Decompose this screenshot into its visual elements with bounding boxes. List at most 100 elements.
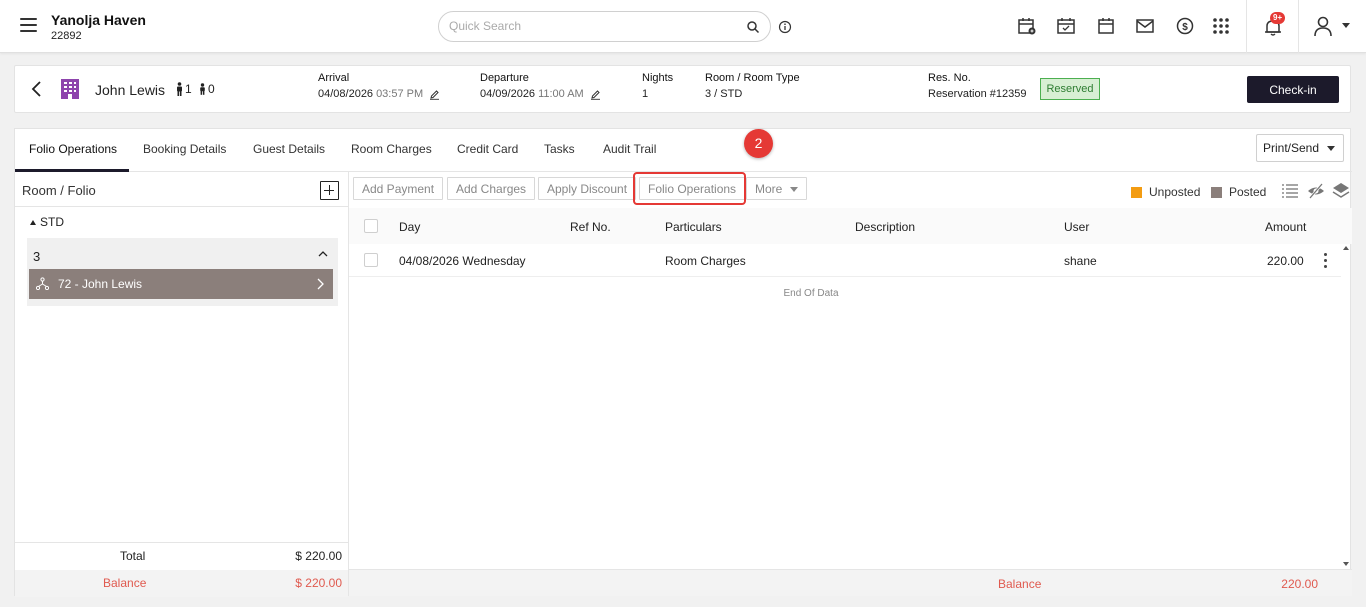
row-user: shane — [1064, 254, 1097, 268]
collapse-triangle-icon — [30, 219, 36, 225]
total-label: Total — [120, 549, 146, 563]
row-checkbox[interactable] — [364, 253, 378, 267]
divider — [1246, 0, 1247, 53]
adult-icon — [177, 82, 182, 96]
menu-icon[interactable] — [20, 18, 37, 32]
total-row: Total $ 220.00 — [15, 543, 348, 570]
folio-label: 72 - John Lewis — [58, 277, 143, 291]
arrival-date: 04/08/2026 — [318, 88, 374, 100]
calendar-icon[interactable] — [1096, 16, 1116, 36]
posted-label: Posted — [1229, 185, 1267, 199]
arrival-label: Arrival — [318, 72, 350, 84]
room-group: 3 72 - John Lewis — [27, 238, 338, 306]
building-icon — [61, 79, 79, 99]
svg-text:$: $ — [1182, 22, 1188, 33]
col-amount: Amount — [1265, 220, 1307, 234]
calendar-check-icon[interactable] — [1056, 16, 1076, 36]
tab-audit-trail[interactable]: Audit Trail — [603, 142, 656, 156]
eye-off-icon[interactable] — [1307, 182, 1325, 200]
adult-count: 1 — [175, 82, 192, 96]
res-no-info: Res. No. Reservation #12359 — [928, 72, 1026, 100]
room-number: 3 — [33, 249, 41, 264]
reservation-header: John Lewis 1 0 Arrival 04/08/2026 03:57 P… — [14, 65, 1351, 113]
print-send-button[interactable]: Print/Send — [1256, 134, 1344, 162]
footer-balance-value: 220.00 — [1281, 577, 1318, 591]
select-all-checkbox[interactable] — [364, 219, 378, 233]
dollar-icon[interactable]: $ — [1175, 16, 1195, 36]
adult-count-value: 1 — [185, 82, 192, 96]
mail-icon[interactable] — [1135, 16, 1155, 36]
scroll-down-icon[interactable] — [1343, 562, 1349, 566]
room-folio-title: Room / Folio — [22, 183, 96, 198]
add-folio-icon[interactable] — [320, 181, 339, 200]
tab-room-charges[interactable]: Room Charges — [351, 142, 432, 156]
notification-badge: 9+ — [1270, 12, 1286, 24]
chevron-right-icon — [317, 278, 324, 290]
chevron-down-icon — [1327, 146, 1335, 151]
table-row[interactable]: 04/08/2026 Wednesday Room Charges shane … — [349, 244, 1341, 277]
edit-arrival-icon[interactable] — [429, 89, 440, 100]
footer-balance-label: Balance — [998, 577, 1042, 591]
child-count-value: 0 — [208, 82, 215, 96]
highlight-box — [633, 172, 746, 205]
apps-grid-icon[interactable] — [1211, 16, 1231, 36]
scroll-up-icon[interactable] — [1343, 246, 1349, 250]
apply-discount-button[interactable]: Apply Discount — [538, 177, 637, 200]
user-menu-caret-icon[interactable] — [1342, 23, 1350, 28]
more-button[interactable]: More — [746, 177, 808, 200]
departure-info: Departure 04/09/2026 11:00 AM — [480, 72, 601, 100]
nights-value: 1 — [642, 88, 649, 100]
tab-guest-details[interactable]: Guest Details — [253, 142, 325, 156]
edit-departure-icon[interactable] — [590, 89, 601, 100]
left-totals: Total $ 220.00 Balance $ 220.00 — [15, 542, 348, 597]
room-type-group[interactable]: STD — [30, 215, 64, 229]
end-of-data: End Of Data — [783, 288, 839, 299]
folio-item[interactable]: 72 - John Lewis — [29, 269, 333, 299]
hotel-name: Yanolja Haven — [51, 12, 146, 28]
row-amount: 220.00 — [1267, 254, 1304, 268]
tab-folio-operations[interactable]: Folio Operations — [29, 142, 117, 156]
calendar-add-icon[interactable] — [1017, 16, 1037, 36]
user-icon[interactable] — [1312, 15, 1334, 37]
layers-icon[interactable] — [1332, 182, 1350, 200]
col-description: Description — [855, 220, 916, 234]
res-no-value: Reservation #12359 — [928, 88, 1027, 100]
unposted-swatch — [1131, 186, 1142, 198]
departure-label: Departure — [480, 72, 529, 84]
tab-bar: Folio Operations Booking Details Guest D… — [15, 129, 1352, 172]
nights-info: Nights 1 — [642, 72, 673, 100]
tab-booking-details[interactable]: Booking Details — [143, 142, 226, 156]
row-menu-icon[interactable] — [1324, 253, 1328, 269]
list-view-icon[interactable] — [1281, 182, 1299, 200]
info-icon[interactable] — [778, 20, 792, 34]
back-arrow-icon[interactable] — [29, 80, 43, 98]
balance-row: Balance $ 220.00 — [15, 570, 348, 597]
search-box — [438, 11, 771, 42]
col-particulars: Particulars — [665, 220, 722, 234]
col-user: User — [1064, 220, 1090, 234]
nights-label: Nights — [642, 72, 674, 84]
search-input[interactable] — [449, 19, 729, 33]
departure-date: 04/09/2026 — [480, 88, 536, 100]
tab-tasks[interactable]: Tasks — [544, 142, 575, 156]
print-send-label: Print/Send — [1263, 141, 1320, 155]
more-label: More — [755, 181, 783, 196]
folio-tree-icon — [36, 277, 49, 290]
posted-swatch — [1211, 186, 1222, 198]
tab-credit-card[interactable]: Credit Card — [457, 142, 518, 156]
room-type-label: STD — [40, 215, 64, 229]
unposted-label: Unposted — [1149, 185, 1201, 199]
guest-name: John Lewis — [95, 82, 166, 98]
footer-balance: Balance 220.00 — [349, 569, 1352, 596]
top-bar: Yanolja Haven 22892 $ 9+ — [0, 0, 1366, 53]
add-charges-button[interactable]: Add Charges — [447, 177, 536, 200]
chevron-up-icon[interactable] — [318, 250, 328, 257]
res-no-label: Res. No. — [928, 72, 971, 84]
room-value: 3 / STD — [705, 88, 743, 100]
search-icon[interactable] — [746, 20, 760, 34]
add-payment-button[interactable]: Add Payment — [353, 177, 444, 200]
row-particulars: Room Charges — [665, 254, 746, 268]
child-icon — [200, 83, 205, 95]
balance-value: $ 220.00 — [295, 576, 342, 590]
check-in-button[interactable]: Check-in — [1247, 76, 1339, 103]
